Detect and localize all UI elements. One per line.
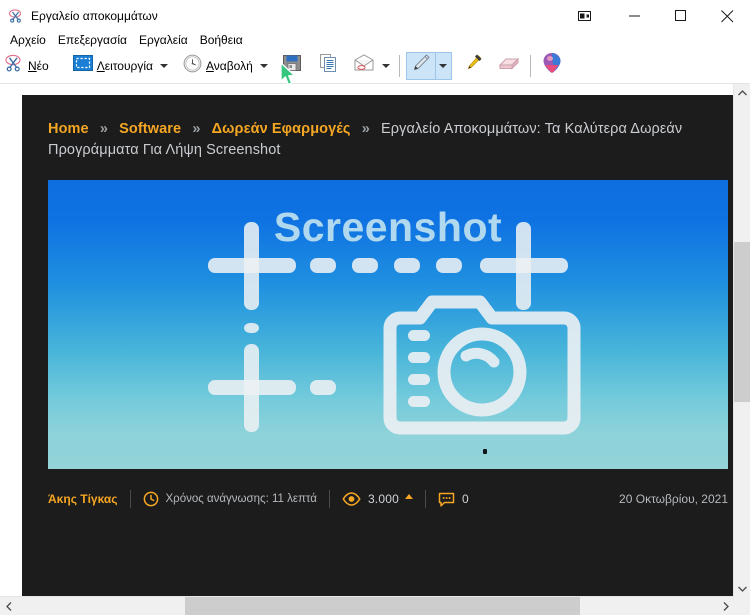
scrollbar-corner — [734, 597, 750, 615]
pen-button[interactable] — [405, 51, 436, 80]
breadcrumb: Home » Software » Δωρεάν Εφαρμογές » Εργ… — [48, 119, 716, 161]
article-author[interactable]: Άκης Τίγκας — [48, 492, 118, 506]
save-button[interactable] — [277, 52, 307, 80]
scroll-down-arrow-icon[interactable] — [734, 580, 750, 597]
hero-decorative-dot — [483, 449, 487, 454]
scroll-right-arrow-icon[interactable] — [717, 597, 734, 615]
new-button[interactable]: Νέο — [1, 52, 52, 80]
article-meta-bar: Άκης Τίγκας Χρόνος ανάγνωσης: 11 λεπτά 3… — [48, 487, 728, 511]
scroll-up-arrow-icon[interactable] — [734, 84, 750, 101]
chevron-down-icon — [159, 63, 168, 68]
chevron-down-icon — [381, 63, 390, 68]
paint-3d-button[interactable] — [537, 52, 567, 80]
breadcrumb-item-home[interactable]: Home — [48, 121, 89, 137]
minimize-button[interactable] — [612, 0, 658, 32]
meta-divider — [328, 490, 330, 508]
breadcrumb-item-software[interactable]: Software — [119, 121, 181, 137]
breadcrumb-separator: » — [192, 121, 201, 137]
chevron-down-icon — [259, 63, 268, 68]
views-group: 3.000 — [342, 492, 413, 506]
restore-down-button[interactable] — [558, 0, 612, 32]
toolbar: Νέο Λειτουργία Αναβολή — [0, 48, 750, 84]
title-bar: Εργαλείο αποκομμάτων — [0, 0, 750, 32]
vertical-scrollbar[interactable] — [733, 84, 750, 597]
paint-3d-icon — [542, 52, 562, 79]
camera-and-crop-crosshair-icon — [208, 222, 581, 435]
pen-dropdown-caret[interactable] — [435, 51, 452, 80]
eraser-icon — [497, 54, 521, 77]
breadcrumb-separator: » — [361, 121, 370, 137]
menu-file[interactable]: Αρχείο — [4, 32, 52, 48]
email-icon — [353, 54, 375, 77]
article-date: 20 Οκτωβρίου, 2021 — [619, 492, 728, 506]
snipping-tool-window: Εργαλείο αποκομμάτων Αρχείο Επεξεργασία … — [0, 0, 750, 615]
scissors-icon — [4, 53, 24, 78]
breadcrumb-separator: » — [99, 121, 108, 137]
views-trend-up-icon — [404, 493, 413, 499]
captured-screenshot: Home » Software » Δωρεάν Εφαρμογές » Εργ… — [22, 95, 734, 597]
capture-canvas[interactable]: Home » Software » Δωρεάν Εφαρμογές » Εργ… — [0, 84, 736, 597]
new-button-label: Νέο — [28, 58, 49, 73]
menu-bar: Αρχείο Επεξεργασία Εργαλεία Βοήθεια — [0, 30, 750, 50]
window-title: Εργαλείο αποκομμάτων — [31, 9, 158, 23]
rectangle-select-icon — [72, 55, 93, 76]
copy-icon — [318, 53, 338, 78]
menu-help[interactable]: Βοήθεια — [194, 32, 249, 48]
menu-tools[interactable]: Εργαλεία — [133, 32, 194, 48]
delay-dropdown-caret[interactable] — [257, 52, 271, 80]
highlighter-button[interactable] — [458, 52, 488, 80]
reading-time-label: Χρόνος ανάγνωσης: 11 λεπτά — [165, 493, 317, 505]
menu-edit[interactable]: Επεξεργασία — [52, 32, 133, 48]
article-hero-image: Screenshot — [48, 180, 728, 469]
meta-divider — [424, 490, 426, 508]
clock-icon — [143, 491, 159, 507]
copy-button[interactable] — [313, 52, 343, 80]
toolbar-separator — [398, 54, 400, 77]
views-count: 3.000 — [367, 492, 399, 506]
eye-icon — [342, 492, 361, 506]
window-controls — [558, 0, 750, 32]
email-button[interactable] — [349, 52, 379, 80]
delay-button-label: Αναβολή — [205, 58, 253, 73]
snipping-tool-icon — [8, 8, 24, 24]
scroll-left-arrow-icon[interactable] — [0, 597, 17, 615]
maximize-button[interactable] — [658, 0, 704, 32]
highlighter-icon — [462, 52, 484, 79]
reading-time-group: Χρόνος ανάγνωσης: 11 λεπτά — [143, 491, 317, 507]
mode-button[interactable]: Λειτουργία — [70, 52, 156, 80]
chevron-down-icon — [439, 63, 448, 68]
delay-button[interactable]: Αναβολή — [180, 52, 256, 80]
comments-count: 0 — [461, 492, 469, 506]
meta-divider — [129, 490, 131, 508]
pen-icon — [410, 52, 432, 79]
vertical-scrollbar-thumb[interactable] — [734, 242, 750, 402]
toolbar-separator — [529, 54, 531, 77]
comments-group[interactable]: 0 — [438, 492, 469, 507]
eraser-button[interactable] — [494, 52, 524, 80]
clock-icon — [183, 54, 202, 78]
mode-dropdown-caret[interactable] — [157, 52, 171, 80]
mode-button-label: Λειτουργία — [96, 58, 153, 73]
email-dropdown-caret[interactable] — [379, 52, 393, 80]
comment-bubble-icon — [438, 492, 455, 507]
horizontal-scrollbar[interactable] — [0, 596, 734, 615]
horizontal-scrollbar-thumb[interactable] — [185, 597, 580, 615]
breadcrumb-item-free-apps[interactable]: Δωρεάν Εφαρμογές — [212, 121, 351, 137]
save-floppy-icon — [282, 53, 302, 78]
close-button[interactable] — [704, 0, 750, 32]
